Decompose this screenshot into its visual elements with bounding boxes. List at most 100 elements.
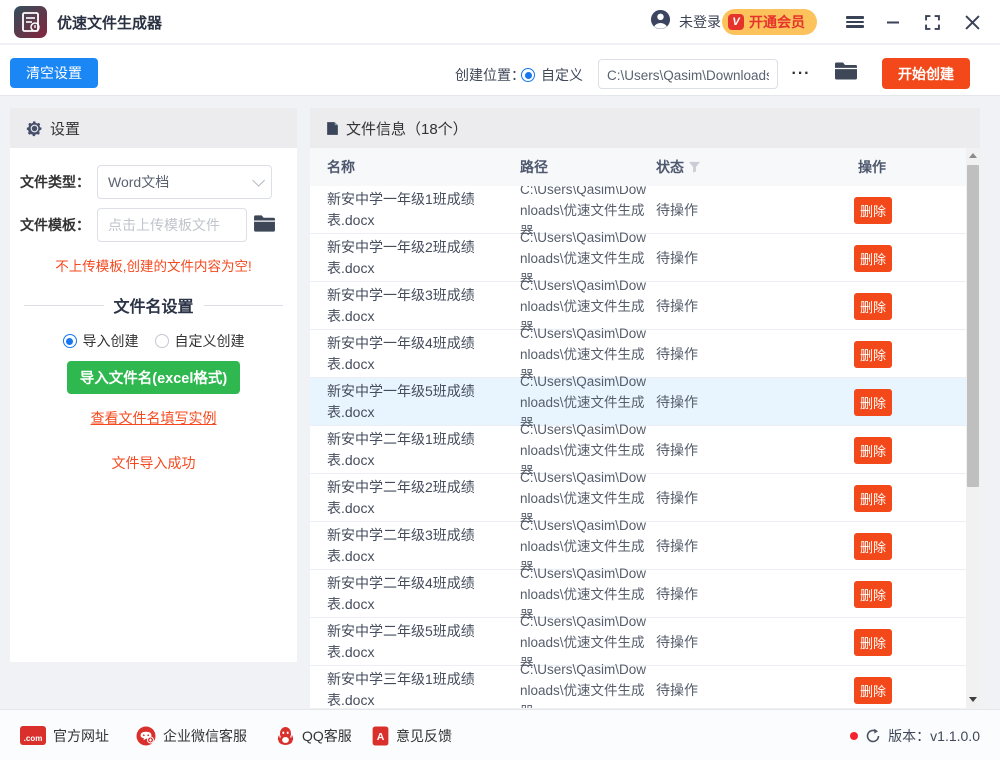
output-path-input[interactable] [598,59,778,89]
footer-link-feedback[interactable]: A 意见反馈 [372,710,452,760]
radio-selected-icon [521,68,535,82]
scroll-down-icon[interactable] [969,697,977,702]
maximize-button[interactable] [915,0,949,44]
start-create-button[interactable]: 开始创建 [882,58,970,89]
delete-button[interactable]: 删除 [854,532,892,560]
footer-link-website[interactable]: .com 官方网址 [20,710,109,760]
gear-icon [26,120,42,136]
refresh-icon[interactable] [865,728,881,744]
feedback-icon: A [372,726,389,745]
template-folder-button[interactable] [253,214,276,236]
import-status-text: 文件导入成功 [111,455,196,471]
delete-button[interactable]: 删除 [854,676,892,704]
document-icon [327,121,338,135]
file-status-cell: 待操作 [656,682,698,698]
footer-bar: .com 官方网址 企业微信客服 QQ客服 A 意见反馈 版本：v1.1.0.0 [0,709,1000,760]
file-name-cell: 新安中学一年级3班成绩表.docx [327,287,475,324]
template-label: 文件模板： [20,217,90,233]
file-status-cell: 待操作 [656,202,698,218]
delete-button[interactable]: 删除 [854,484,892,512]
file-status-cell: 待操作 [656,298,698,314]
file-action-cell: 删除 [854,330,892,378]
close-button[interactable] [955,0,989,44]
divider-line [203,304,284,306]
delete-button[interactable]: 删除 [854,436,892,464]
delete-button[interactable]: 删除 [854,580,892,608]
delete-button[interactable]: 删除 [854,628,892,656]
file-status-cell: 待操作 [656,634,698,650]
open-vip-button[interactable]: V 开通会员 [722,9,817,35]
minimize-button[interactable] [876,0,910,44]
file-action-cell: 删除 [854,378,892,426]
wechat-support-icon [136,726,156,745]
column-header-status[interactable]: 状态 [656,157,701,177]
template-upload-input[interactable] [97,208,247,242]
vertical-scrollbar[interactable] [966,148,980,708]
settings-panel-header: 设置 [10,108,297,148]
file-action-cell: 删除 [854,186,892,234]
delete-button[interactable]: 删除 [854,292,892,320]
custom-location-radio[interactable]: 自定义 [521,65,583,85]
file-status-cell: 待操作 [656,346,698,362]
file-info-header: 文件信息（18个） [310,108,980,148]
delete-button[interactable]: 删除 [854,340,892,368]
radio-selected-icon [62,334,77,348]
qq-icon [277,726,294,745]
delete-button[interactable]: 删除 [854,244,892,272]
filename-example-link[interactable]: 查看文件名填写实例 [10,408,297,428]
table-header-row: 名称 路径 状态 操作 [310,148,966,186]
qq-support-label: QQ客服 [302,727,352,744]
chevron-down-icon [252,173,265,187]
settings-header-label: 设置 [50,120,81,138]
folder-icon [835,62,857,80]
column-header-action: 操作 [858,159,886,175]
close-icon [964,14,980,30]
file-name-cell: 新安中学二年级5班成绩表.docx [327,623,475,660]
file-action-cell: 删除 [854,522,892,570]
hamburger-icon [846,14,864,30]
settings-panel: 设置 文件类型： Word文档 文件模板： 不上传模板,创建的文件内容为空! 文… [10,108,297,662]
footer-link-wechat-support[interactable]: 企业微信客服 [136,710,247,760]
file-status-cell: 待操作 [656,490,698,506]
file-type-select[interactable]: Word文档 [97,165,272,199]
filename-section-label: 文件名设置 [113,299,194,316]
website-link-label: 官方网址 [53,727,109,744]
svg-text:A: A [377,731,385,743]
version-label: 版本：v1.1.0.0 [888,727,980,744]
file-name-cell: 新安中学一年级4班成绩表.docx [327,335,475,372]
column-header-path: 路径 [520,159,548,175]
file-status-cell: 待操作 [656,442,698,458]
file-type-value: Word文档 [108,174,170,190]
open-folder-button[interactable] [834,61,858,84]
file-status-cell: 待操作 [656,586,698,602]
footer-link-qq-support[interactable]: QQ客服 [276,710,352,760]
vip-button-label: 开通会员 [749,14,805,30]
file-status-cell: 待操作 [656,538,698,554]
file-name-cell: 新安中学二年级2班成绩表.docx [327,479,475,516]
create-mode-radios: 导入创建 自定义创建 [10,331,297,351]
status-dot-icon [850,731,859,740]
delete-button[interactable]: 删除 [854,388,892,416]
browse-more-button[interactable]: ··· [788,59,814,89]
minimize-icon [887,21,899,24]
file-name-cell: 新安中学一年级5班成绩表.docx [327,383,475,420]
column-header-name: 名称 [327,159,355,175]
file-info-panel: 文件信息（18个） 名称 路径 状态 操作 新安中学一年级1班成绩表.docx … [310,108,980,708]
file-action-cell: 删除 [854,426,892,474]
import-create-radio[interactable]: 导入创建 [62,331,139,351]
user-account[interactable]: 未登录 [650,0,721,44]
version-area: 版本：v1.1.0.0 [850,710,980,760]
import-filenames-button[interactable]: 导入文件名(excel格式) [67,361,240,394]
menu-icon[interactable] [838,0,872,44]
wechat-support-label: 企业微信客服 [163,727,247,744]
file-action-cell: 删除 [854,234,892,282]
file-type-row: 文件类型： Word文档 [20,165,287,199]
file-type-label: 文件类型： [20,174,90,190]
clear-settings-button[interactable]: 清空设置 [10,58,98,88]
table-row[interactable]: 新安中学三年级1班成绩表.docx C:\Users\Qasim\Downloa… [310,662,966,708]
folder-icon [254,215,275,232]
scroll-up-icon[interactable] [969,153,977,158]
scrollbar-thumb[interactable] [967,165,979,487]
custom-create-radio[interactable]: 自定义创建 [154,331,245,351]
delete-button[interactable]: 删除 [854,196,892,224]
